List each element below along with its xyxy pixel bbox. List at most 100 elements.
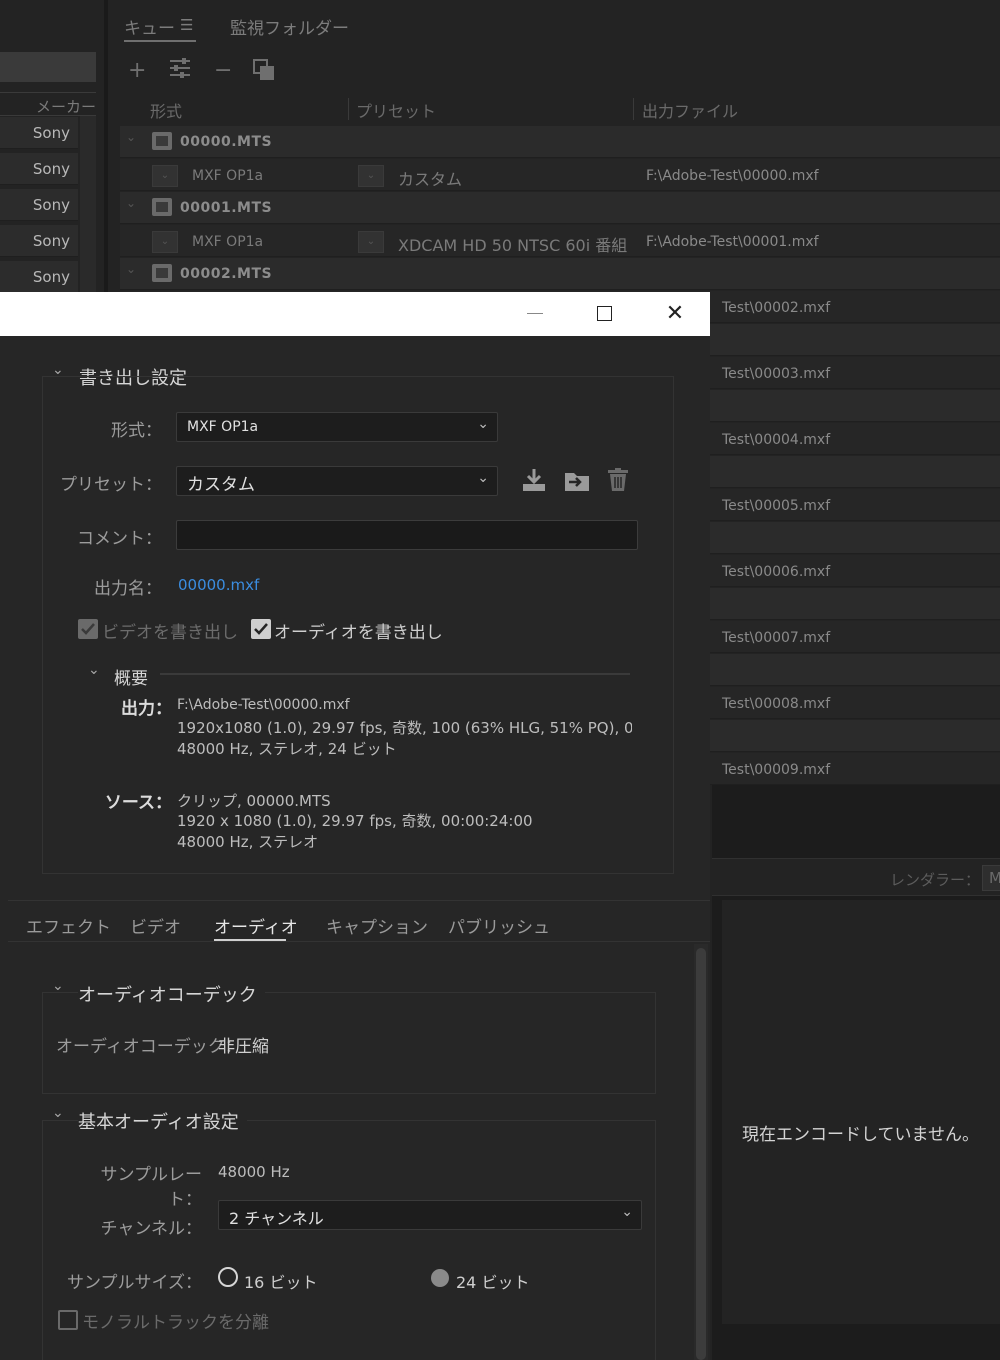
import-preset-icon[interactable] [563, 467, 591, 495]
minimize-icon[interactable] [500, 292, 570, 336]
format-dropdown-icon[interactable]: ⌄ [152, 231, 178, 253]
queue-output-row[interactable]: ⌄ MXF OP1a ⌄ カスタム F:\Adobe-Test\00000.mx… [120, 159, 1000, 191]
output-file[interactable]: F:\Adobe-Test\00001.mxf [646, 234, 819, 250]
audio-codec-value: 非圧縮 [218, 1037, 269, 1057]
maker-value: Sony [32, 196, 70, 214]
close-icon[interactable]: ✕ [640, 292, 710, 336]
chevron-down-icon[interactable]: ⌄ [126, 196, 136, 210]
active-tab-indicator [124, 40, 196, 42]
queue-source-row[interactable]: ⌄ 00000.MTS [120, 126, 1000, 158]
sample-rate-value: 48000 Hz [218, 1163, 290, 1181]
chevron-down-icon[interactable]: ⌄ [126, 262, 136, 276]
export-video-label[interactable]: ビデオを書き出し [102, 618, 238, 643]
settings-sliders-icon[interactable] [168, 56, 192, 86]
maximize-icon[interactable] [569, 292, 639, 336]
left-panel-toolbar [0, 52, 96, 82]
output-file[interactable]: Test\00006.mxf [722, 564, 830, 580]
output-file[interactable]: Test\00002.mxf [722, 300, 830, 316]
source-name: 00000.MTS [180, 134, 273, 150]
preset-value: カスタム [187, 475, 255, 495]
chevron-down-icon[interactable]: ⌄ [88, 662, 100, 678]
preset-select[interactable]: カスタム ⌄ [176, 466, 498, 496]
maker-cell[interactable]: Sony [0, 189, 78, 221]
queue-source-row[interactable]: ⌄ 00001.MTS [120, 192, 1000, 224]
renderer-bar: レンダラー： M [712, 858, 1000, 896]
sample-size-24-label[interactable]: 24 ビット [456, 1269, 529, 1293]
maker-value: Sony [32, 124, 70, 142]
column-header-preset[interactable]: プリセット [356, 98, 436, 122]
chevron-down-icon[interactable]: ⌄ [52, 978, 64, 994]
export-audio-checkbox[interactable] [251, 619, 271, 639]
maker-cell[interactable]: Sony [0, 261, 78, 293]
maker-cell[interactable]: Sony [0, 153, 78, 185]
column-header-output[interactable]: 出力ファイル [642, 98, 738, 122]
sample-rate-label: サンプルレート： [100, 1165, 203, 1210]
chevron-down-icon[interactable]: ⌄ [126, 130, 136, 144]
comment-field[interactable] [176, 520, 638, 550]
tab-video[interactable]: ビデオ [130, 913, 181, 938]
sample-size-16-label[interactable]: 16 ビット [244, 1269, 317, 1293]
column-header-format[interactable]: 形式 [150, 98, 182, 122]
add-icon[interactable]: + [128, 58, 146, 83]
left-panel-scrollbar[interactable] [80, 116, 96, 296]
summary-divider [160, 673, 630, 675]
output-preset[interactable]: XDCAM HD 50 NTSC 60i 番組 [398, 232, 627, 256]
export-video-checkbox[interactable] [78, 619, 98, 639]
preset-dropdown-icon[interactable]: ⌄ [358, 231, 384, 253]
tab-publish[interactable]: パブリッシュ [448, 913, 550, 938]
maker-column-label: メーカー [36, 98, 97, 116]
sample-size-24-radio[interactable] [431, 1269, 449, 1287]
summary-source-line: 48000 Hz, ステレオ [177, 833, 319, 851]
output-file[interactable]: F:\Adobe-Test\00000.mxf [646, 168, 819, 184]
channels-label: チャンネル： [100, 1219, 203, 1239]
summary-title: 概要 [114, 669, 148, 689]
maker-column-header[interactable]: メーカー [0, 92, 96, 116]
output-file[interactable]: Test\00007.mxf [722, 630, 830, 646]
queue-source-row[interactable]: ⌄ 00002.MTS [120, 258, 1000, 290]
tab-content-scrollbar[interactable] [694, 944, 708, 1360]
scrollbar-thumb[interactable] [696, 948, 706, 1360]
renderer-label: レンダラー： [890, 871, 981, 889]
output-preset[interactable]: カスタム [398, 166, 462, 190]
channels-select[interactable]: 2 チャンネル ⌄ [218, 1200, 642, 1230]
sample-size-16-radio[interactable] [218, 1267, 238, 1287]
output-file[interactable]: Test\00003.mxf [722, 366, 830, 382]
film-clip-icon [152, 264, 172, 282]
chevron-down-icon: ⌄ [621, 1204, 633, 1220]
preset-dropdown-icon[interactable]: ⌄ [358, 165, 384, 187]
output-format[interactable]: MXF OP1a [192, 168, 263, 184]
delete-preset-icon[interactable] [605, 467, 633, 495]
maker-cell[interactable]: Sony [0, 225, 78, 257]
output-file[interactable]: Test\00009.mxf [722, 762, 830, 778]
tab-audio[interactable]: オーディオ [214, 913, 298, 938]
format-select[interactable]: MXF OP1a ⌄ [176, 412, 498, 442]
queue-output-row[interactable]: ⌄ MXF OP1a ⌄ XDCAM HD 50 NTSC 60i 番組 F:\… [120, 225, 1000, 257]
chevron-down-icon: ⌄ [477, 470, 489, 486]
maker-cell[interactable]: Sony [0, 117, 78, 149]
tab-effects[interactable]: エフェクト [26, 913, 111, 938]
hamburger-icon[interactable]: ☰ [180, 16, 193, 34]
dialog-titlebar[interactable]: ✕ [0, 292, 710, 336]
format-dropdown-icon[interactable]: ⌄ [152, 165, 178, 187]
chevron-down-icon[interactable]: ⌄ [52, 1105, 64, 1121]
film-clip-icon [152, 198, 172, 216]
save-preset-icon[interactable] [521, 467, 549, 495]
export-audio-label[interactable]: オーディオを書き出し [274, 618, 443, 643]
duplicate-icon[interactable] [252, 58, 276, 88]
comment-label: コメント： [77, 529, 162, 549]
remove-icon[interactable]: − [214, 58, 232, 83]
mono-split-checkbox[interactable] [58, 1310, 78, 1330]
mono-split-label[interactable]: モノラルトラックを分離 [82, 1308, 269, 1333]
tab-watch-folders[interactable]: 監視フォルダー [230, 14, 349, 39]
renderer-select[interactable]: M [982, 865, 1000, 891]
tab-captions[interactable]: キャプション [326, 913, 428, 938]
chevron-down-icon: ⌄ [477, 416, 489, 432]
basic-audio-title: 基本オーディオ設定 [78, 1108, 247, 1134]
output-file[interactable]: Test\00008.mxf [722, 696, 830, 712]
output-name-link[interactable]: 00000.mxf [178, 576, 259, 594]
tab-queue[interactable]: キュー [124, 14, 175, 39]
settings-tabs: エフェクト ビデオ オーディオ キャプション パブリッシュ [8, 900, 710, 942]
output-file[interactable]: Test\00005.mxf [722, 498, 830, 514]
output-format[interactable]: MXF OP1a [192, 234, 263, 250]
output-file[interactable]: Test\00004.mxf [722, 432, 830, 448]
